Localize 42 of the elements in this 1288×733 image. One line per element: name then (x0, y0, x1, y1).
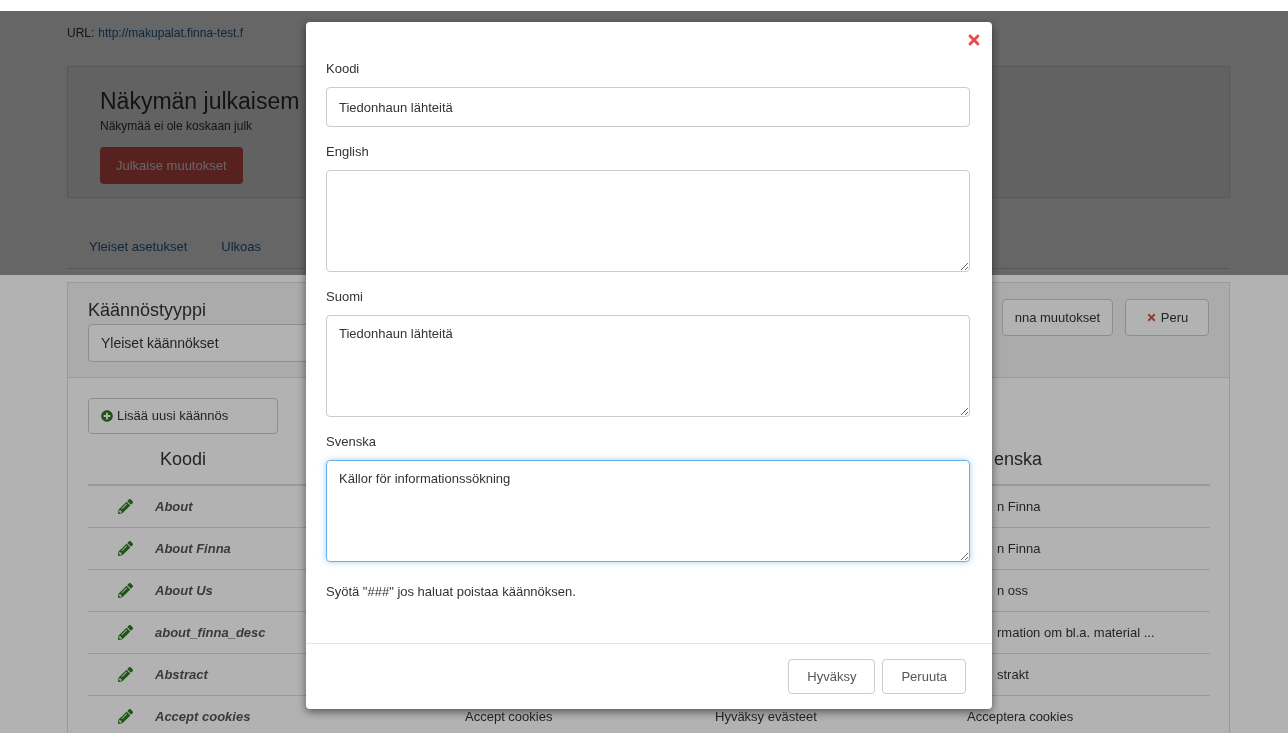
url-label: URL: (67, 25, 95, 42)
code-cell: about_finna_desc (155, 624, 266, 640)
panel-title: Käännöstyyppi (88, 299, 208, 321)
pencil-icon[interactable] (118, 499, 133, 514)
pencil-icon[interactable] (118, 583, 133, 598)
code-input[interactable]: Tiedonhaun lähteitä (326, 87, 970, 127)
pencil-icon[interactable] (118, 709, 133, 724)
pencil-icon[interactable] (118, 625, 133, 640)
field-label: Suomi (326, 288, 364, 307)
table-cell: n Finna (997, 540, 1041, 556)
table-cell: Hyväksy evästeet (715, 708, 817, 724)
help-text: Syötä "###" jos haluat poistaa käännöksen. (326, 583, 577, 601)
field-label: Svenska (326, 433, 377, 452)
add-translation-button[interactable]: Lisää uusi käännös (88, 398, 278, 434)
translation-textarea[interactable]: Tiedonhaun lähteitä (326, 315, 970, 417)
table-cell: n Finna (997, 498, 1041, 514)
table-cell: rmation om bl.a. material ... (997, 624, 1155, 640)
code-cell: About (155, 498, 193, 514)
close-icon (1145, 312, 1157, 323)
translation-textarea[interactable]: Källor för informationssökning (326, 460, 970, 562)
cancel-button[interactable]: Peru (1125, 299, 1209, 336)
publish-title: Näkymän julkaisem (100, 87, 300, 115)
field-label: Koodi (326, 60, 361, 79)
field-label: English (326, 143, 370, 162)
close-icon (966, 32, 982, 48)
code-cell: Abstract (155, 666, 208, 682)
code-cell: Accept cookies (155, 708, 251, 724)
table-cell: strakt (997, 666, 1029, 682)
table-cell: Accept cookies (465, 708, 553, 724)
pencil-icon[interactable] (118, 541, 133, 556)
close-button[interactable] (966, 32, 982, 48)
table-cell: Acceptera cookies (967, 708, 1074, 724)
column-header: enska (994, 447, 1043, 471)
code-cell: About Us (155, 582, 213, 598)
save-button[interactable]: nna muutokset (1001, 299, 1113, 336)
publish-note: Näkymää ei ole koskaan julk (100, 118, 253, 135)
dialog-button[interactable]: Hyväksy (788, 659, 876, 694)
table-cell: n oss (997, 582, 1029, 598)
column-header: Koodi (160, 447, 208, 471)
code-cell: About Finna (155, 540, 231, 556)
pencil-icon[interactable] (118, 667, 133, 682)
dialog-button[interactable]: Peruuta (882, 659, 966, 694)
